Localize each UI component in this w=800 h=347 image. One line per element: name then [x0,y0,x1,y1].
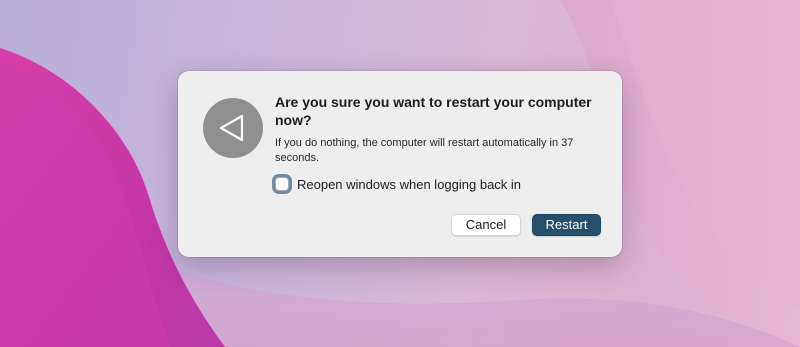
cancel-button[interactable]: Cancel [451,214,521,236]
restart-triangle-icon [203,98,263,158]
reopen-windows-checkbox[interactable] [275,177,289,191]
restart-confirmation-dialog: Are you sure you want to restart your co… [178,71,622,257]
dialog-title: Are you sure you want to restart your co… [275,94,592,128]
desktop: Are you sure you want to restart your co… [0,0,800,347]
triangle-left-icon [219,114,244,142]
reopen-windows-label[interactable]: Reopen windows when logging back in [297,177,521,192]
dialog-message: If you do nothing, the computer will res… [275,137,574,164]
restart-button[interactable]: Restart [532,214,601,236]
reopen-windows-option[interactable]: Reopen windows when logging back in [272,173,521,195]
